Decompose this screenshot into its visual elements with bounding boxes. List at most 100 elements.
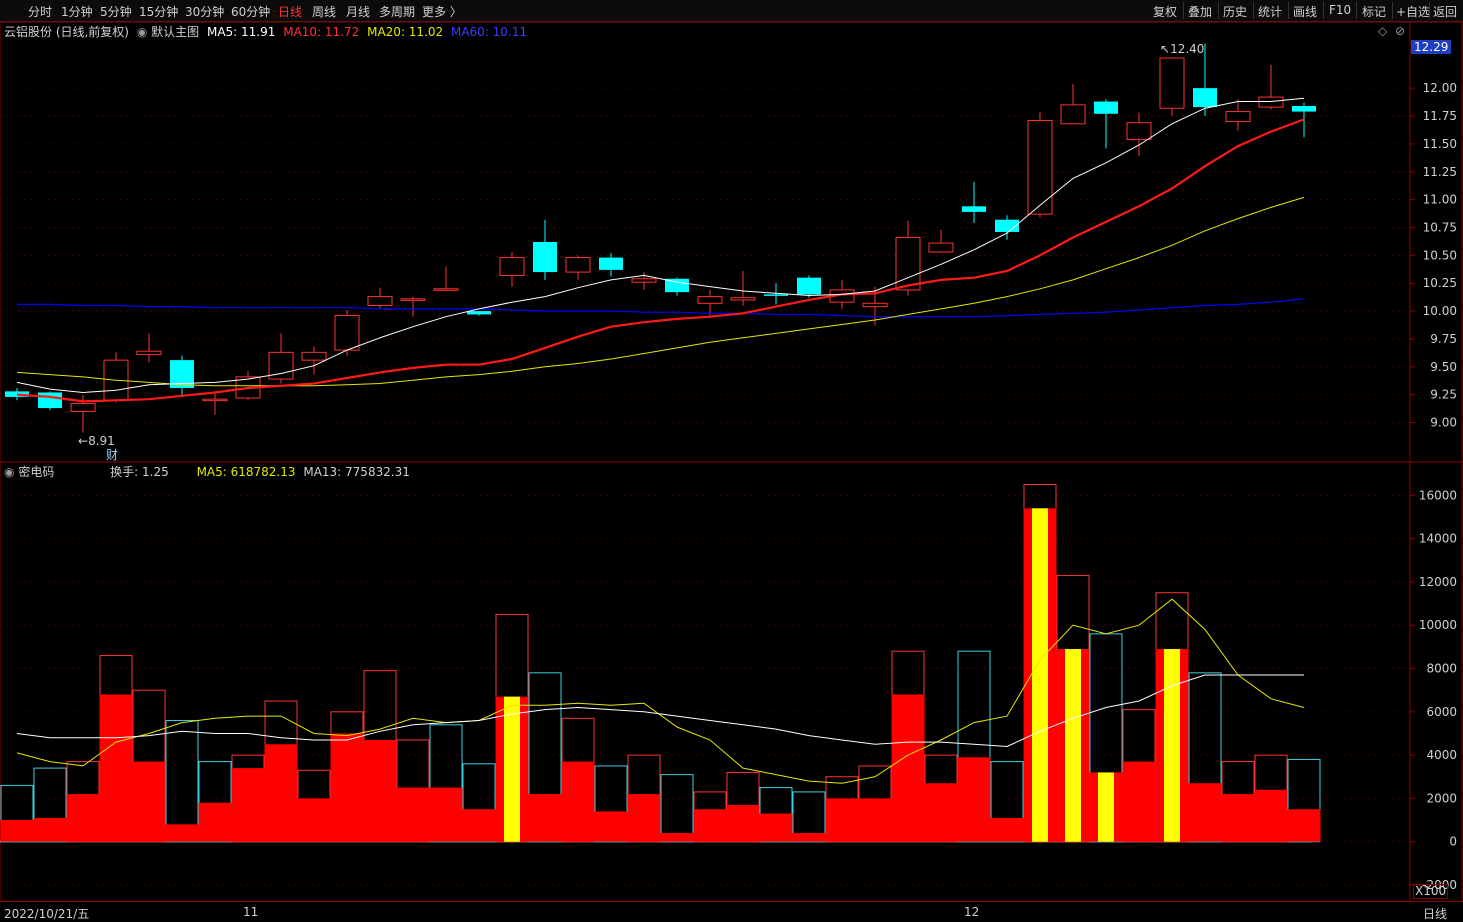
candle-body-up (1225, 111, 1251, 123)
volume-tick-label: 2000 (1426, 791, 1457, 805)
volume-bar-fill (1221, 794, 1255, 842)
volume-tick-label: 12000 (1419, 575, 1457, 589)
indicator-name[interactable]: 密电码 (18, 465, 54, 479)
candle-body-up (565, 257, 591, 273)
price-tick-label: 9.25 (1430, 388, 1457, 402)
candle-body-down (764, 294, 788, 296)
volume-bar-fill (858, 798, 892, 842)
ma5-value: MA5: 11.91 (206, 25, 276, 39)
volume-bar-fill (759, 813, 793, 842)
volume-bar-fill (231, 768, 265, 842)
diamond-icon[interactable]: ◇ (1378, 24, 1387, 38)
vol-ma5-value: MA5: 618782.13 (196, 465, 296, 479)
high-price-mark: ↖12.40 (1160, 42, 1205, 56)
date-label: 2022/10/21/五 (4, 907, 90, 921)
volume-tick-label: 16000 (1419, 488, 1457, 502)
price-tick-label: 10.25 (1423, 276, 1457, 290)
sub-chart-info: ◉ 密电码 换手: 1.25 MA5: 618782.13 MA13: 7758… (4, 463, 410, 480)
chart-label[interactable]: 默认主图 (151, 25, 199, 39)
volume-bar-fill (363, 739, 397, 842)
volume-bar-fill (264, 744, 298, 842)
volume-bar-fill (1188, 783, 1222, 842)
volume-bar-fill (924, 783, 958, 842)
volume-bar-fill (198, 802, 232, 842)
volume-tick-label: 8000 (1426, 662, 1457, 676)
candle-body-up (631, 278, 657, 283)
volume-bar-fill (660, 833, 694, 842)
volume-bar-fill (1254, 789, 1288, 842)
volume-bar-fill (792, 833, 826, 842)
stock-title: 云铝股份 (日线,前复权) (4, 25, 129, 39)
ma20-value: MA20: 11.02 (367, 25, 444, 39)
candle-body-up (400, 298, 426, 301)
month-11-label: 11 (243, 905, 259, 919)
volume-bar-fill (594, 811, 628, 842)
candle-body-up (367, 296, 393, 307)
candle-body-up (928, 242, 954, 253)
candle-body-up (1159, 57, 1185, 109)
collapse-icon[interactable]: ◉ (4, 465, 14, 479)
time-axis: 2022/10/21/五 11 12 日线 (0, 901, 1463, 922)
ma10-value: MA10: 11.72 (283, 25, 360, 39)
candle-body-up (499, 257, 525, 276)
finance-mark[interactable]: 财 (106, 446, 118, 463)
volume-bar-outline (165, 719, 199, 843)
volume-bar-fill (891, 694, 925, 842)
volume-bar-fill (693, 809, 727, 842)
volume-bar-fill (99, 694, 133, 842)
price-tick-label: 11.00 (1423, 193, 1457, 207)
volume-tick-label: 0 (1449, 835, 1457, 849)
candlestick-series (5, 43, 1316, 433)
volume-bar-highlight (1032, 508, 1048, 842)
collapse-icon[interactable]: ◉ (137, 25, 147, 39)
price-tick-label: 12.00 (1423, 81, 1457, 95)
price-tick-label: 11.25 (1423, 165, 1457, 179)
price-tick-label: 9.00 (1430, 416, 1457, 430)
price-tick-label: 9.75 (1430, 332, 1457, 346)
period-label: 日线 (1423, 907, 1448, 921)
volume-bar-fill (990, 817, 1024, 842)
volume-tick-label: 10000 (1419, 618, 1457, 632)
candle-body-down (1193, 88, 1217, 108)
candle-body-up (334, 315, 360, 351)
volume-bar-fill (825, 798, 859, 842)
main-chart-info: 云铝股份 (日线,前复权) ◉ 默认主图 MA5: 11.91 MA10: 11… (4, 23, 527, 40)
volume-bar-fill (330, 733, 364, 842)
current-price-tag: 12.29 (1411, 40, 1452, 54)
candle-body-down (797, 277, 821, 295)
volume-bar-highlight (504, 696, 520, 842)
candle-body-up (202, 398, 228, 402)
unit-label: X100 (1413, 884, 1449, 899)
candle-body-down (533, 241, 557, 273)
volume-bar-highlight (1098, 772, 1114, 842)
ma10-line (16, 118, 1305, 403)
candle-body-down (38, 392, 62, 409)
volume-tick-label: 14000 (1419, 532, 1457, 546)
candle-body-up (1258, 96, 1284, 108)
volume-bar-outline (660, 774, 694, 843)
volume-bar-fill (726, 804, 760, 842)
price-tick-label: 9.50 (1430, 360, 1457, 374)
volume-bar-fill (627, 794, 661, 842)
volume-bar-fill (462, 809, 496, 842)
ma5-line (16, 97, 1305, 394)
candle-body-up (301, 351, 327, 361)
cancel-icon[interactable]: ⊘ (1395, 24, 1405, 38)
candle-body-down (1292, 105, 1316, 112)
candle-body-down (599, 257, 623, 270)
candle-body-down (1094, 101, 1118, 114)
candle-body-up (730, 297, 756, 301)
volume-bar-fill (957, 757, 991, 842)
candle-body-up (895, 237, 921, 291)
candle-body-up (1027, 119, 1053, 215)
volume-bar-fill (561, 761, 595, 842)
candle-body-up (433, 288, 459, 291)
volume-tick-label: 4000 (1426, 748, 1457, 762)
volume-tick-label: 6000 (1426, 705, 1457, 719)
volume-bar-fill (33, 817, 67, 842)
vol-ma13-value: MA13: 775832.31 (303, 465, 410, 479)
chart-area[interactable]: 9.00 9.25 9.50 9.75 10.00 10.25 10.50 10.75 11.0… (0, 0, 1463, 921)
candle-body-up (70, 403, 96, 412)
volume-bar-highlight (1065, 649, 1081, 842)
candle-body-down (467, 311, 491, 315)
